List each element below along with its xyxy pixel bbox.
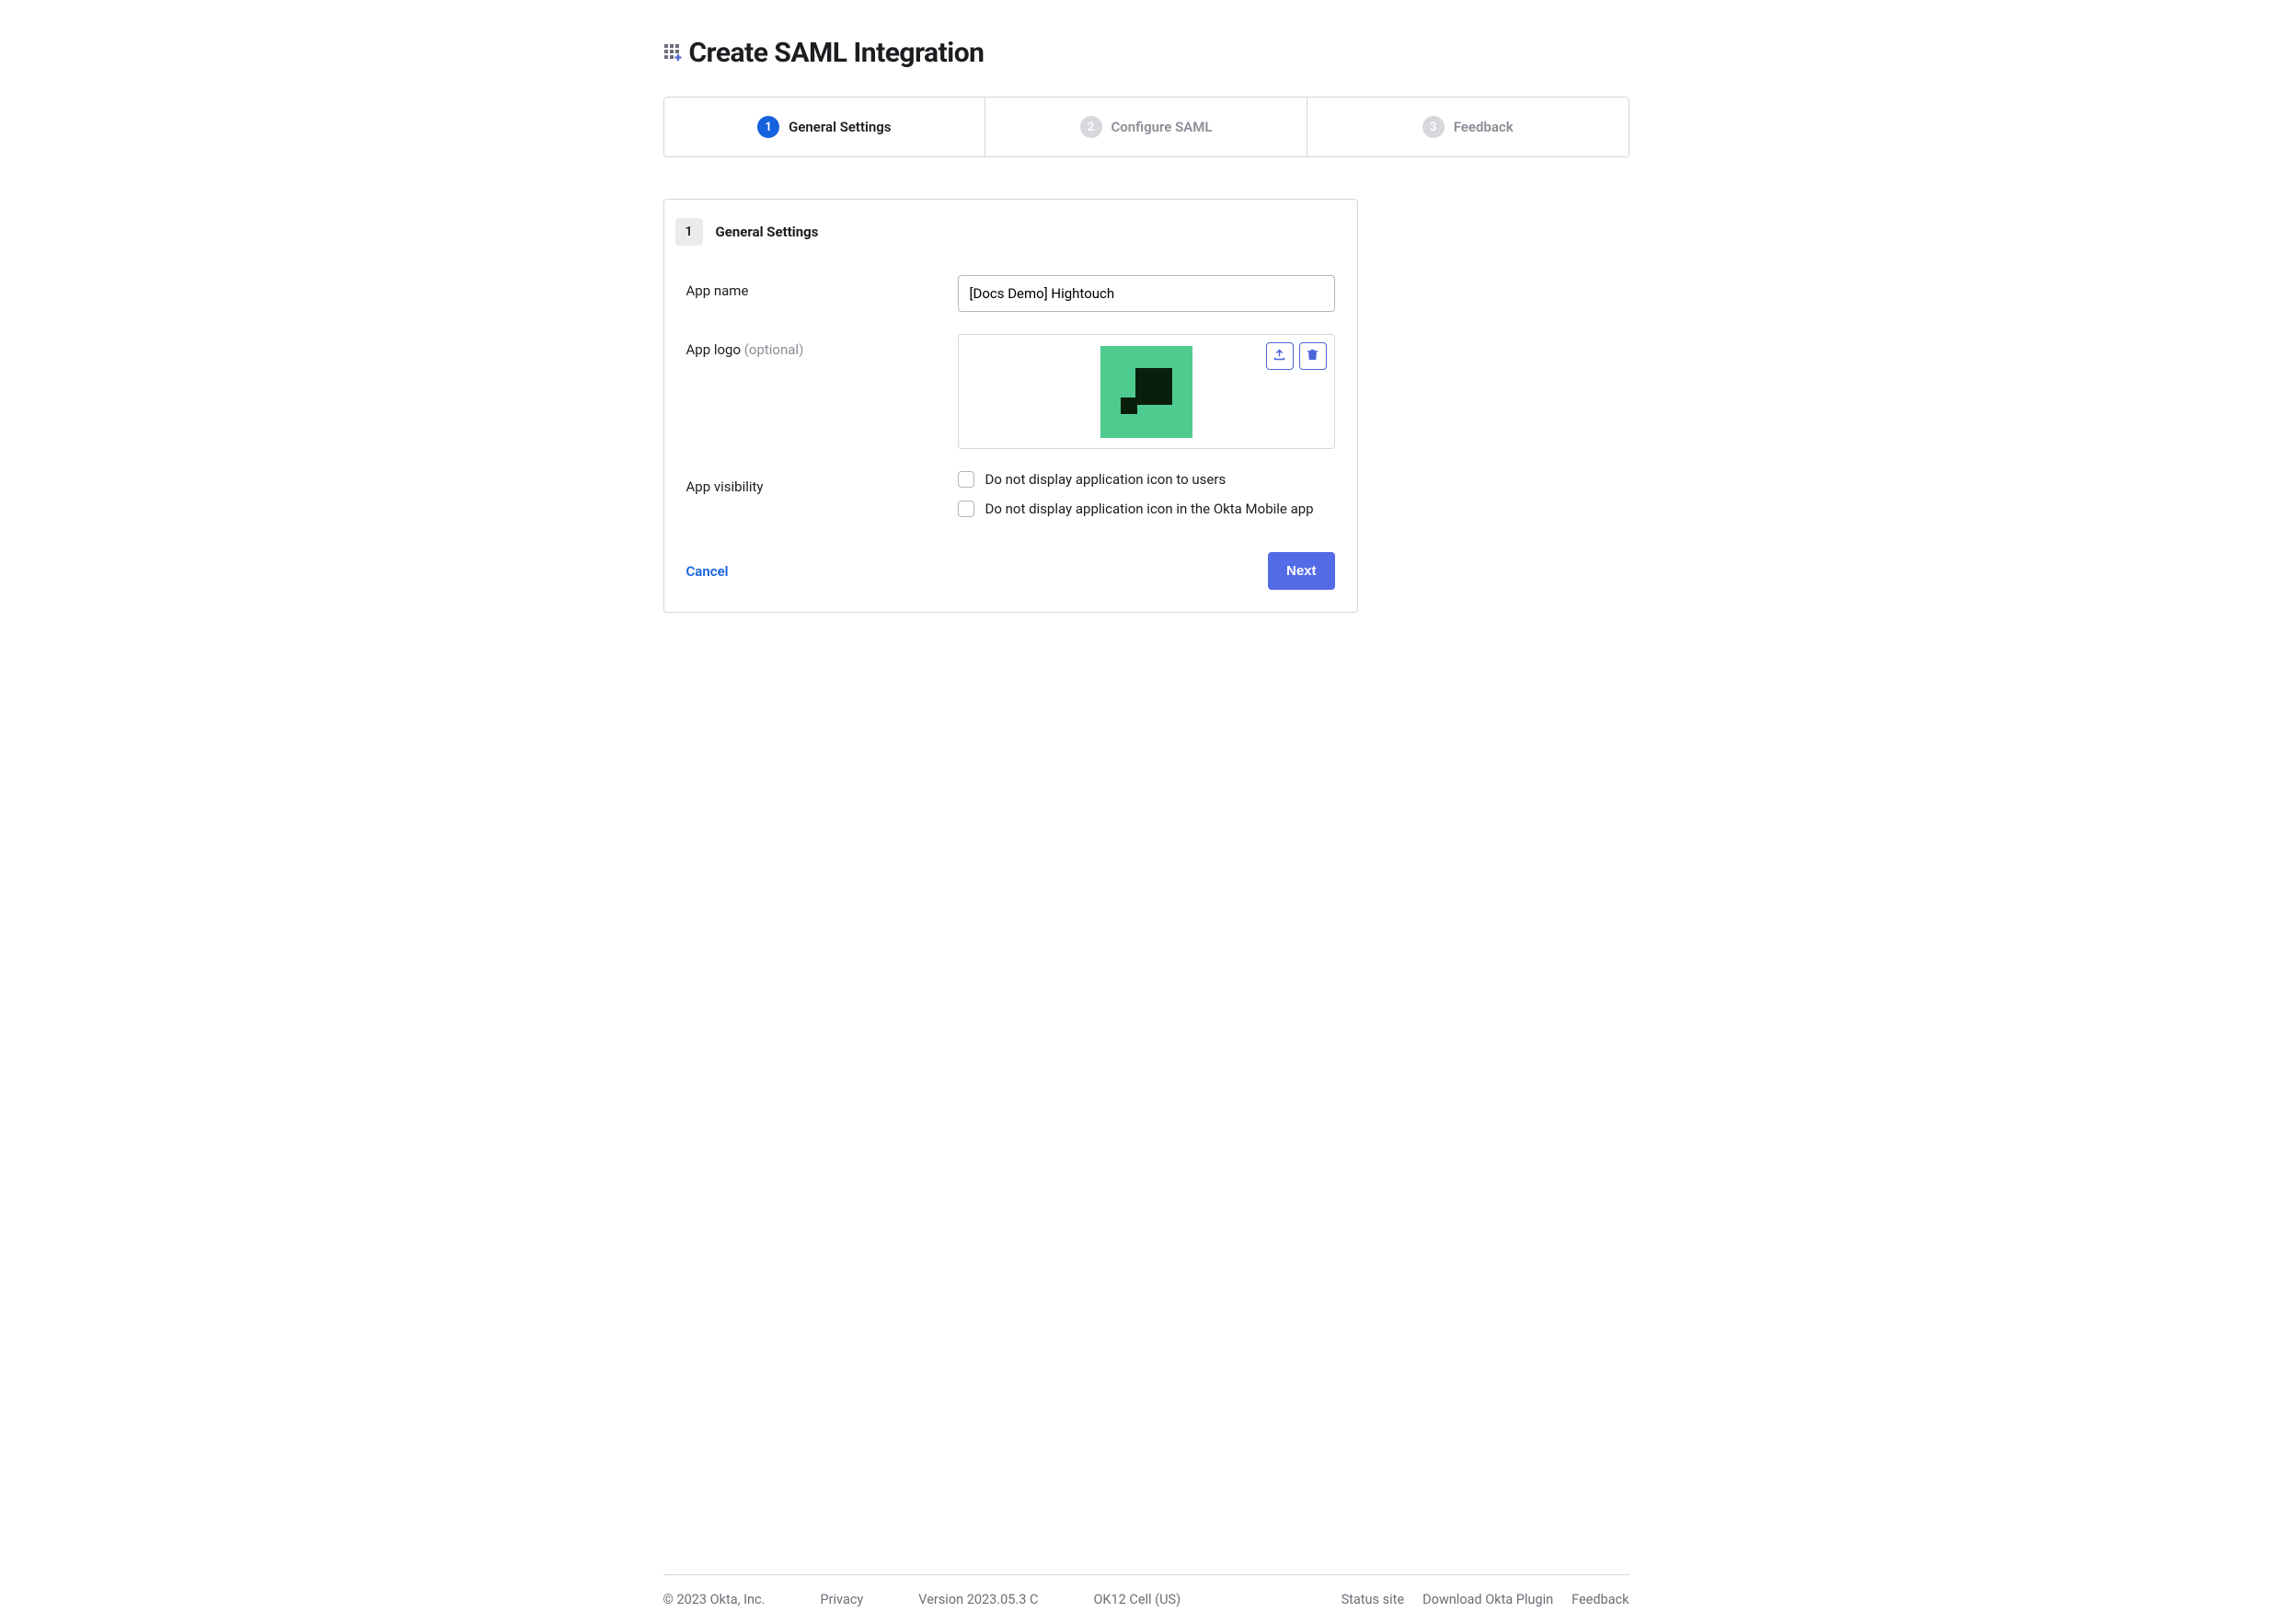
- footer-cell: OK12 Cell (US): [1093, 1592, 1181, 1607]
- step-label: Feedback: [1454, 119, 1514, 135]
- cancel-button[interactable]: Cancel: [686, 563, 729, 580]
- wizard-step-general-settings[interactable]: 1 General Settings: [664, 98, 986, 156]
- form-row-app-logo: App logo (optional): [664, 323, 1357, 460]
- page-title: Create SAML Integration: [689, 37, 985, 69]
- app-name-label: App name: [686, 275, 939, 312]
- checkbox-hide-users[interactable]: [958, 471, 974, 488]
- step-label: General Settings: [789, 119, 891, 135]
- footer-privacy-link[interactable]: Privacy: [820, 1592, 863, 1607]
- trash-icon: [1306, 348, 1319, 364]
- upload-logo-button[interactable]: [1266, 342, 1294, 370]
- app-logo-label-text: App logo: [686, 341, 744, 358]
- app-logo-optional: (optional): [744, 341, 804, 358]
- footer: © 2023 Okta, Inc. Privacy Version 2023.0…: [663, 1574, 1630, 1624]
- footer-feedback-link[interactable]: Feedback: [1572, 1592, 1629, 1607]
- logo-actions: [1266, 342, 1327, 370]
- footer-status-link[interactable]: Status site: [1342, 1592, 1405, 1607]
- page-header: Create SAML Integration: [663, 37, 1630, 69]
- logo-preview-box: [958, 334, 1335, 449]
- delete-logo-button[interactable]: [1299, 342, 1327, 370]
- app-logo-label: App logo (optional): [686, 334, 939, 449]
- wizard-steps: 1 General Settings 2 Configure SAML 3 Fe…: [663, 97, 1630, 157]
- visibility-option-users: Do not display application icon to users: [958, 471, 1335, 488]
- footer-copyright: © 2023 Okta, Inc.: [663, 1592, 766, 1607]
- section-header: 1 General Settings: [664, 218, 1357, 264]
- next-button[interactable]: Next: [1268, 552, 1335, 590]
- form-row-app-name: App name: [664, 264, 1357, 323]
- checkbox-hide-mobile[interactable]: [958, 501, 974, 517]
- upload-icon: [1273, 348, 1286, 364]
- section-number: 1: [675, 218, 703, 246]
- form-row-app-visibility: App visibility Do not display applicatio…: [664, 460, 1357, 541]
- logo-image: [1100, 346, 1192, 438]
- step-number: 3: [1422, 116, 1445, 138]
- app-name-input[interactable]: [958, 275, 1335, 312]
- checkbox-label: Do not display application icon to users: [985, 471, 1227, 488]
- checkbox-label: Do not display application icon in the O…: [985, 501, 1314, 517]
- step-number: 2: [1080, 116, 1102, 138]
- section-title: General Settings: [716, 224, 819, 240]
- step-number: 1: [757, 116, 779, 138]
- form-actions: Cancel Next: [664, 541, 1357, 593]
- footer-download-link[interactable]: Download Okta Plugin: [1422, 1592, 1553, 1607]
- step-label: Configure SAML: [1111, 119, 1213, 135]
- visibility-option-mobile: Do not display application icon in the O…: [958, 501, 1335, 517]
- app-grid-plus-icon: [663, 42, 685, 64]
- footer-version: Version 2023.05.3 C: [918, 1592, 1038, 1607]
- wizard-step-feedback[interactable]: 3 Feedback: [1307, 98, 1629, 156]
- app-visibility-label: App visibility: [686, 471, 939, 530]
- wizard-step-configure-saml[interactable]: 2 Configure SAML: [985, 98, 1307, 156]
- form-card: 1 General Settings App name App logo (op…: [663, 199, 1358, 613]
